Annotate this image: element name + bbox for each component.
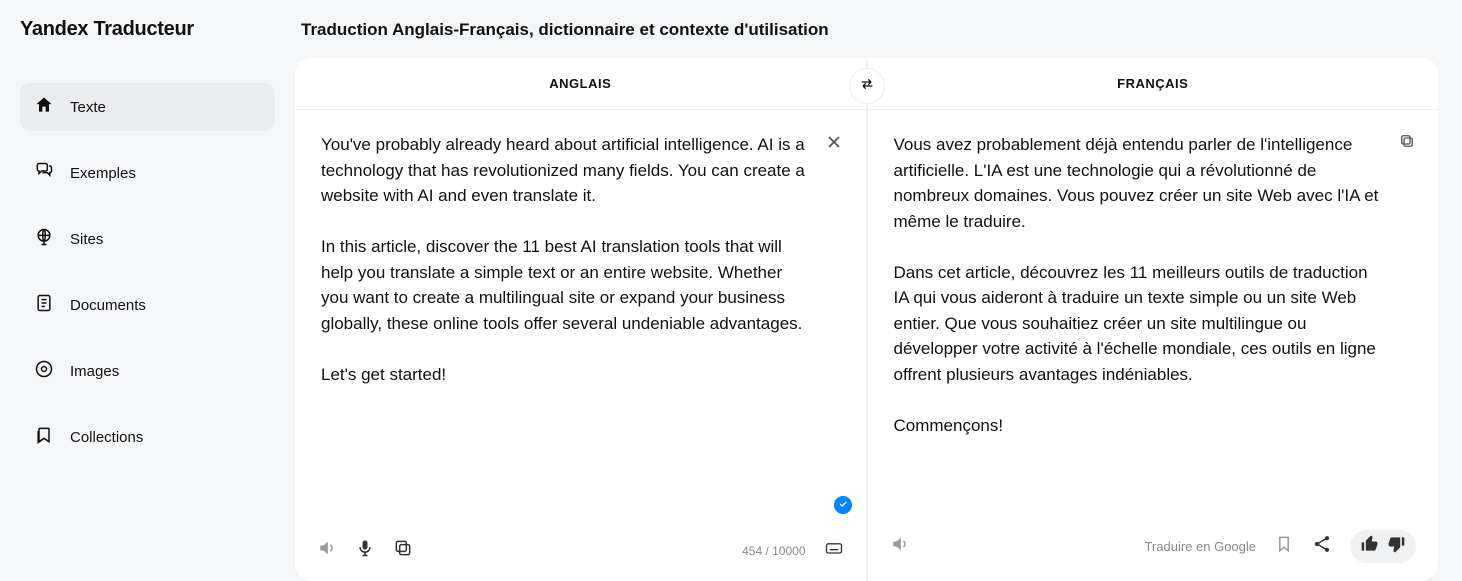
translator: ANGLAIS You've probably already heard ab… [295,58,1438,581]
sidebar-item-label: Images [70,363,119,380]
copy-source-button[interactable] [393,538,413,563]
sidebar-item-images[interactable]: Images [20,347,275,395]
bookmark-icon [1274,534,1294,559]
speaker-icon [890,534,910,559]
sidebar-item-exemples[interactable]: Exemples [20,149,275,197]
chat-icon [34,161,54,185]
sidebar-item-label: Collections [70,429,143,446]
target-panel: FRANÇAIS Vous avez probablement déjà ent… [868,58,1439,581]
sidebar-item-label: Texte [70,99,106,116]
sidebar-item-collections[interactable]: Collections [20,413,275,461]
home-icon [34,95,54,119]
thumbs-up-button[interactable] [1360,534,1380,559]
sidebar-item-label: Sites [70,231,103,248]
target-footer: Traduire en Google [868,516,1439,581]
document-icon [34,293,54,317]
char-count: 454 / 10000 [742,544,805,558]
feedback-group [1350,530,1416,563]
share-icon [1312,534,1332,559]
nav-list: Texte Exemples Sites Documents [20,83,295,461]
source-panel: ANGLAIS You've probably already heard ab… [295,58,866,581]
main: Traduction Anglais-Français, dictionnair… [295,0,1462,581]
speaker-icon [317,538,337,563]
target-language-selector[interactable]: FRANÇAIS [868,58,1439,110]
spellcheck-badge[interactable] [834,496,852,514]
swap-icon [859,76,875,97]
sidebar-item-label: Exemples [70,165,136,182]
target-text-output: Vous avez probablement déjà entendu parl… [868,110,1439,516]
check-icon [838,496,848,514]
clear-button[interactable] [824,132,844,157]
sidebar-item-documents[interactable]: Documents [20,281,275,329]
copy-icon [1398,137,1416,154]
keyboard-button[interactable] [824,538,844,563]
image-icon [34,359,54,383]
listen-target-button[interactable] [890,534,910,559]
source-footer: 454 / 10000 [295,524,866,581]
microphone-icon [355,538,375,563]
thumbs-down-button[interactable] [1386,534,1406,559]
source-text-input[interactable]: You've probably already heard about arti… [295,110,866,524]
microphone-button[interactable] [355,538,375,563]
keyboard-icon [824,538,844,563]
listen-source-button[interactable] [317,538,337,563]
copy-icon [393,538,413,563]
close-icon [824,139,844,156]
thumbs-down-icon [1386,534,1406,559]
thumbs-up-icon [1360,534,1380,559]
bookmark-button[interactable] [1274,534,1294,559]
sidebar-item-label: Documents [70,297,146,314]
translate-google-link[interactable]: Traduire en Google [1144,539,1256,554]
sidebar-item-texte[interactable]: Texte [20,83,275,131]
bookmark-icon [34,425,54,449]
sidebar: Yandex Traducteur Texte Exemples Sites [0,0,295,581]
swap-languages-button[interactable] [849,68,885,104]
globe-icon [34,227,54,251]
sidebar-item-sites[interactable]: Sites [20,215,275,263]
source-language-selector[interactable]: ANGLAIS [295,58,866,110]
page-title: Traduction Anglais-Français, dictionnair… [301,20,1438,40]
copy-target-button[interactable] [1398,132,1416,155]
share-button[interactable] [1312,534,1332,559]
logo[interactable]: Yandex Traducteur [20,18,295,41]
